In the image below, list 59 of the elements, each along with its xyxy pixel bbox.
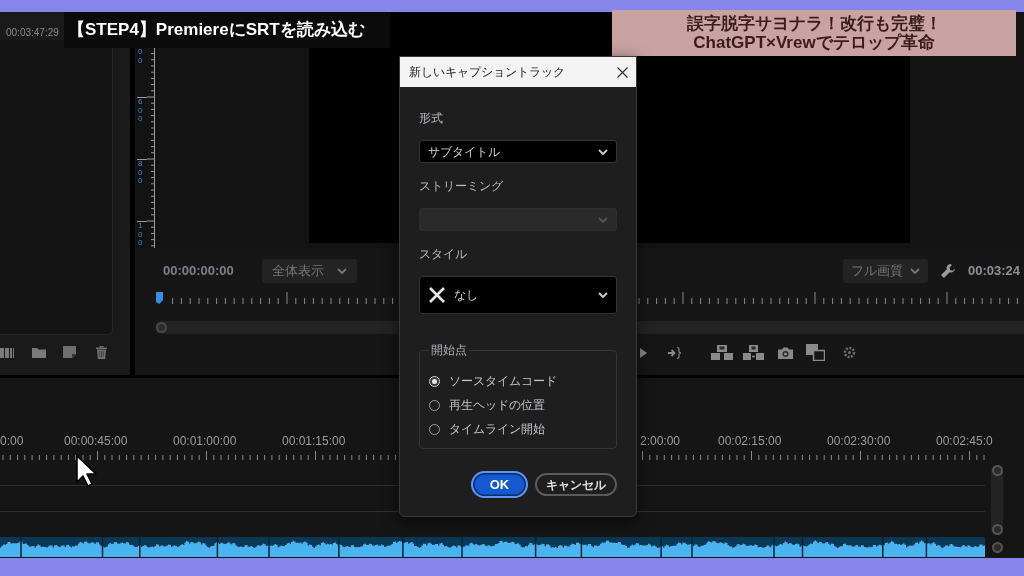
radio-button[interactable] [429,375,440,387]
style-dropdown[interactable]: なし [419,276,617,314]
scrollbar-handle[interactable] [992,541,1003,553]
mouse-cursor-icon [76,455,98,487]
timecode-label: 00:02:15:00 [718,435,782,448]
timecode-label: 00:02:45:0 [936,435,993,448]
camera-icon[interactable] [778,346,793,359]
timecode-label: 00:01:15:00 [282,435,346,448]
arrow-bracket-icon[interactable] [668,346,681,359]
scrollbar-handle[interactable] [991,524,1003,535]
play-icon[interactable] [640,347,647,358]
chevron-down-icon [598,148,608,155]
close-icon[interactable] [617,66,628,78]
ruler-label: 800 [138,160,144,186]
step-title-banner: 【STEP4】PremiereにSRTを読み込む [64,12,390,48]
timecode-label: 00:00:45:00 [64,435,128,448]
ok-button[interactable]: OK [471,471,528,498]
timecode-text: 00:00:00:00 [163,263,234,278]
chevron-down-icon [337,267,347,274]
vertical-scrollbar-track[interactable] [991,465,1003,535]
timecode-label: 00:01:00:00 [173,435,237,448]
bars-icon[interactable] [0,348,14,358]
quality-dropdown[interactable]: フル画質 [843,258,928,283]
group-legend: 開始点 [429,343,469,357]
cancel-button[interactable]: キャンセル [535,473,617,496]
ruler-label: 100 [138,222,144,248]
page-icon[interactable] [63,346,76,358]
chevron-down-icon [598,216,608,223]
chevron-down-icon [598,292,608,298]
playhead-handle[interactable] [156,292,163,304]
timecode-text: 00:03:47:29 [6,27,59,38]
field-label: 形式 [419,111,443,125]
ruler-label: 600 [138,98,144,124]
field-label: スタイル [419,247,467,261]
option-label[interactable]: ソースタイムコード [449,374,557,388]
folder-icon[interactable] [32,347,46,358]
dialog-title: 新しいキャプショントラック [409,65,565,79]
timecode-label: 2:00:00 [640,435,681,448]
headline-text: ChatGPT×Vrewでテロップ革命 [693,33,935,52]
cross-icon [428,286,446,304]
timecode-label: 0:00 [0,435,24,448]
duration-text: 00:03:24 [968,263,1021,278]
dropdown[interactable]: サブタイトル [419,140,617,163]
scrollbar-handle[interactable] [991,465,1003,476]
timecode-label: 00:02:30:00 [827,435,891,448]
overlapping-squares-icon[interactable] [806,344,825,361]
dotted-ring-icon[interactable] [843,346,856,359]
trash-icon[interactable] [96,346,107,359]
option-label[interactable]: 再生ヘッドの位置 [449,398,545,412]
chevron-down-icon [910,267,920,274]
scrollbar-handle[interactable] [156,322,167,333]
joined-blocks-icon[interactable] [743,345,764,360]
headline-text: 誤字脱字サヨナラ！改行も完璧！ [686,14,942,33]
stacked-blocks-icon[interactable] [711,345,733,360]
wrench-icon[interactable] [940,262,956,279]
ruler-label: 00 [138,48,144,65]
option-label[interactable]: タイムライン開始 [449,422,545,436]
field-label: ストリーミング [419,179,503,193]
zoom-level-dropdown[interactable]: 全体表示 [262,258,357,283]
